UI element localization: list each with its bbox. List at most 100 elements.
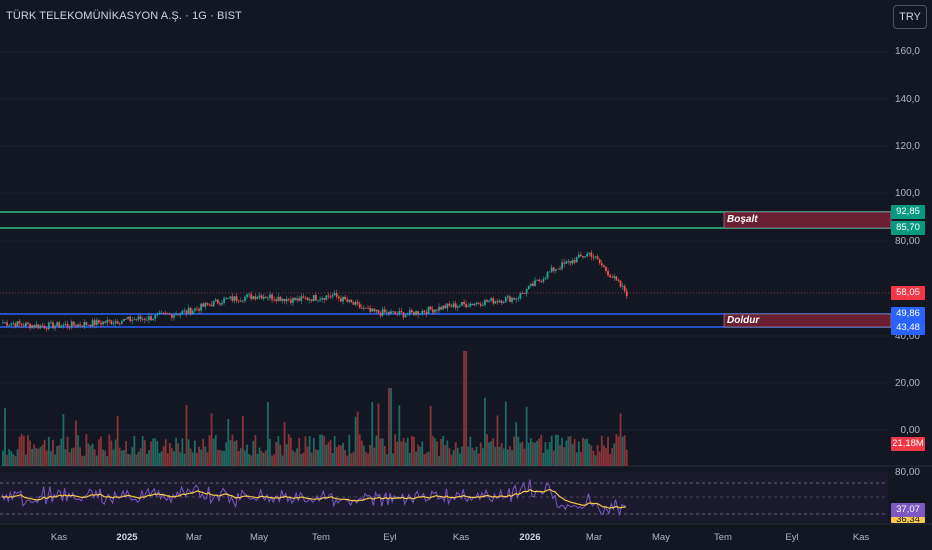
price-axis-label: 80,00 (894, 236, 920, 247)
candle (52, 322, 54, 329)
volume-bar (463, 351, 465, 466)
volume-bar (473, 450, 476, 466)
candle (561, 262, 564, 269)
candle (12, 323, 15, 325)
volume-bar (550, 435, 553, 466)
candle (271, 294, 273, 300)
candle (91, 320, 94, 327)
candle (396, 313, 399, 315)
candle (162, 312, 165, 314)
volume-bar (312, 437, 315, 466)
volume-bar (436, 441, 438, 466)
volume-bar (521, 441, 524, 466)
candle (168, 313, 171, 315)
candle (559, 268, 561, 270)
candle (550, 267, 553, 272)
volume-bar (100, 436, 102, 466)
volume-bar (148, 450, 150, 466)
candle (152, 318, 155, 321)
candle (175, 314, 177, 316)
candle (237, 300, 240, 302)
currency-button[interactable]: TRY (893, 5, 927, 29)
candle (542, 279, 545, 282)
candle (131, 319, 134, 321)
time-axis-label: 2025 (116, 532, 138, 543)
candle (511, 298, 513, 302)
candle (241, 300, 244, 302)
volume-bar (120, 450, 123, 466)
candle (571, 260, 574, 264)
chart-canvas[interactable] (0, 0, 932, 550)
volume-bar (623, 435, 626, 466)
candle (602, 265, 605, 268)
volume-bar (60, 438, 63, 466)
candle (388, 311, 390, 314)
volume-bar (317, 449, 319, 466)
volume-bar (12, 453, 15, 466)
volume-bar (308, 436, 311, 466)
volume-bar (600, 435, 603, 466)
candle (310, 299, 313, 302)
time-axis-label: Kas (50, 532, 68, 543)
price-axis-label: 100,0 (894, 188, 920, 199)
candle (609, 275, 612, 278)
candle (173, 315, 175, 318)
volume-bar (68, 452, 71, 466)
volume-bar (425, 452, 428, 466)
symbol-title[interactable]: TÜRK TELEKOMÜNİKASYON A.Ş. · 1G · BIST (6, 10, 242, 22)
volume-bar (39, 446, 42, 466)
volume-bar (454, 442, 457, 466)
volume-bar (596, 445, 599, 466)
volume-bar (183, 453, 186, 466)
candle (580, 254, 582, 257)
candle (97, 320, 100, 323)
volume-bar (229, 440, 232, 466)
volume-bar (621, 436, 624, 466)
candle (569, 261, 572, 264)
volume-bar (18, 436, 21, 466)
volume-bar (325, 444, 328, 466)
volume-bar (369, 445, 372, 466)
candle (377, 309, 380, 313)
time-axis-label: Kas (852, 532, 870, 543)
candle (145, 319, 148, 321)
candle (85, 322, 88, 325)
volume-bar (267, 402, 269, 466)
volume-bar (187, 439, 190, 466)
volume-bar (362, 445, 365, 466)
volume-bar (193, 440, 196, 466)
volume-bar (56, 446, 59, 466)
time-axis-label: Kas (452, 532, 470, 543)
volume-bar (237, 451, 240, 466)
candle (471, 303, 474, 306)
volume-bar (438, 455, 440, 466)
volume-bar (534, 442, 536, 466)
volume-bar (546, 449, 549, 466)
volume-bar (444, 445, 447, 466)
volume-bar (31, 448, 33, 466)
candle (538, 279, 541, 281)
candle (2, 322, 4, 324)
candle (331, 295, 334, 297)
candle (481, 305, 484, 306)
volume-bar (602, 445, 605, 466)
candle (89, 324, 92, 327)
candle (10, 323, 13, 325)
volume-bar (413, 436, 415, 466)
candle (104, 321, 107, 323)
sell-zone-label: Boşalt (727, 214, 758, 225)
candle (617, 279, 620, 281)
volume-bar (141, 436, 144, 466)
volume-bar (275, 442, 278, 466)
candle (125, 318, 127, 320)
candle (532, 283, 534, 287)
candle (392, 311, 394, 313)
candle (95, 320, 98, 325)
candle (283, 298, 286, 302)
candle (375, 309, 378, 312)
volume-bar (41, 444, 44, 466)
volume-bar (27, 435, 29, 466)
volume-bar (538, 438, 541, 466)
volume-bar (20, 434, 23, 466)
volume-bar (471, 447, 474, 466)
